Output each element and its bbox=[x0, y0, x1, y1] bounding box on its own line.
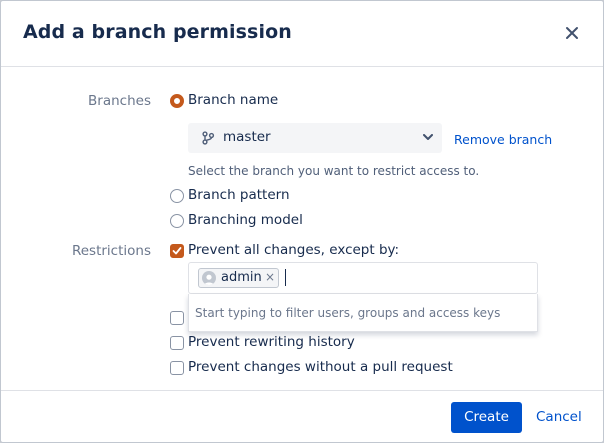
checkbox-prevent-rewriting-history[interactable] bbox=[170, 336, 184, 350]
user-avatar-icon bbox=[204, 274, 214, 285]
close-icon[interactable] bbox=[564, 25, 580, 41]
branch-icon bbox=[202, 131, 215, 145]
dropdown-hint: Start typing to filter users, groups and… bbox=[195, 306, 501, 320]
radio-branch-name[interactable] bbox=[170, 94, 184, 108]
checkbox-prevent-all-changes[interactable] bbox=[170, 244, 184, 258]
remove-branch-link[interactable]: Remove branch bbox=[454, 132, 552, 147]
radio-branch-pattern[interactable] bbox=[170, 189, 184, 203]
dialog-title: Add a branch permission bbox=[23, 21, 292, 43]
avatar bbox=[202, 271, 216, 285]
prevent-without-pr-label[interactable]: Prevent changes without a pull request bbox=[188, 359, 453, 375]
user-tag-name: admin bbox=[221, 270, 262, 285]
create-button[interactable]: Create bbox=[451, 402, 522, 433]
checkbox-prevent-without-pr[interactable] bbox=[170, 361, 184, 375]
branch-select-value: master bbox=[223, 129, 271, 145]
radio-branch-pattern-label[interactable]: Branch pattern bbox=[188, 187, 290, 203]
add-branch-permission-dialog: Add a branch permission Branches Branch … bbox=[0, 0, 604, 443]
prevent-rewriting-history-label[interactable]: Prevent rewriting history bbox=[188, 334, 355, 350]
text-caret bbox=[285, 269, 286, 286]
exceptions-dropdown: Start typing to filter users, groups and… bbox=[188, 294, 538, 332]
chevron-down-icon bbox=[423, 134, 433, 140]
checkbox-hidden-option[interactable] bbox=[170, 311, 184, 325]
radio-branching-model[interactable] bbox=[170, 214, 184, 228]
user-tag-admin: admin × bbox=[198, 268, 279, 288]
radio-branch-name-label[interactable]: Branch name bbox=[188, 92, 278, 108]
branches-label: Branches bbox=[88, 93, 151, 109]
branch-help-text: Select the branch you want to restrict a… bbox=[188, 164, 480, 178]
remove-tag-icon[interactable]: × bbox=[265, 270, 275, 284]
dialog-header: Add a branch permission bbox=[1, 1, 603, 67]
branch-select[interactable]: master bbox=[188, 123, 442, 153]
exceptions-input[interactable]: admin × bbox=[188, 262, 538, 294]
checkmark-icon bbox=[172, 247, 182, 255]
prevent-all-changes-label[interactable]: Prevent all changes, except by: bbox=[188, 242, 399, 258]
restrictions-label: Restrictions bbox=[71, 243, 151, 259]
cancel-button[interactable]: Cancel bbox=[536, 409, 582, 425]
radio-branching-model-label[interactable]: Branching model bbox=[188, 212, 303, 228]
